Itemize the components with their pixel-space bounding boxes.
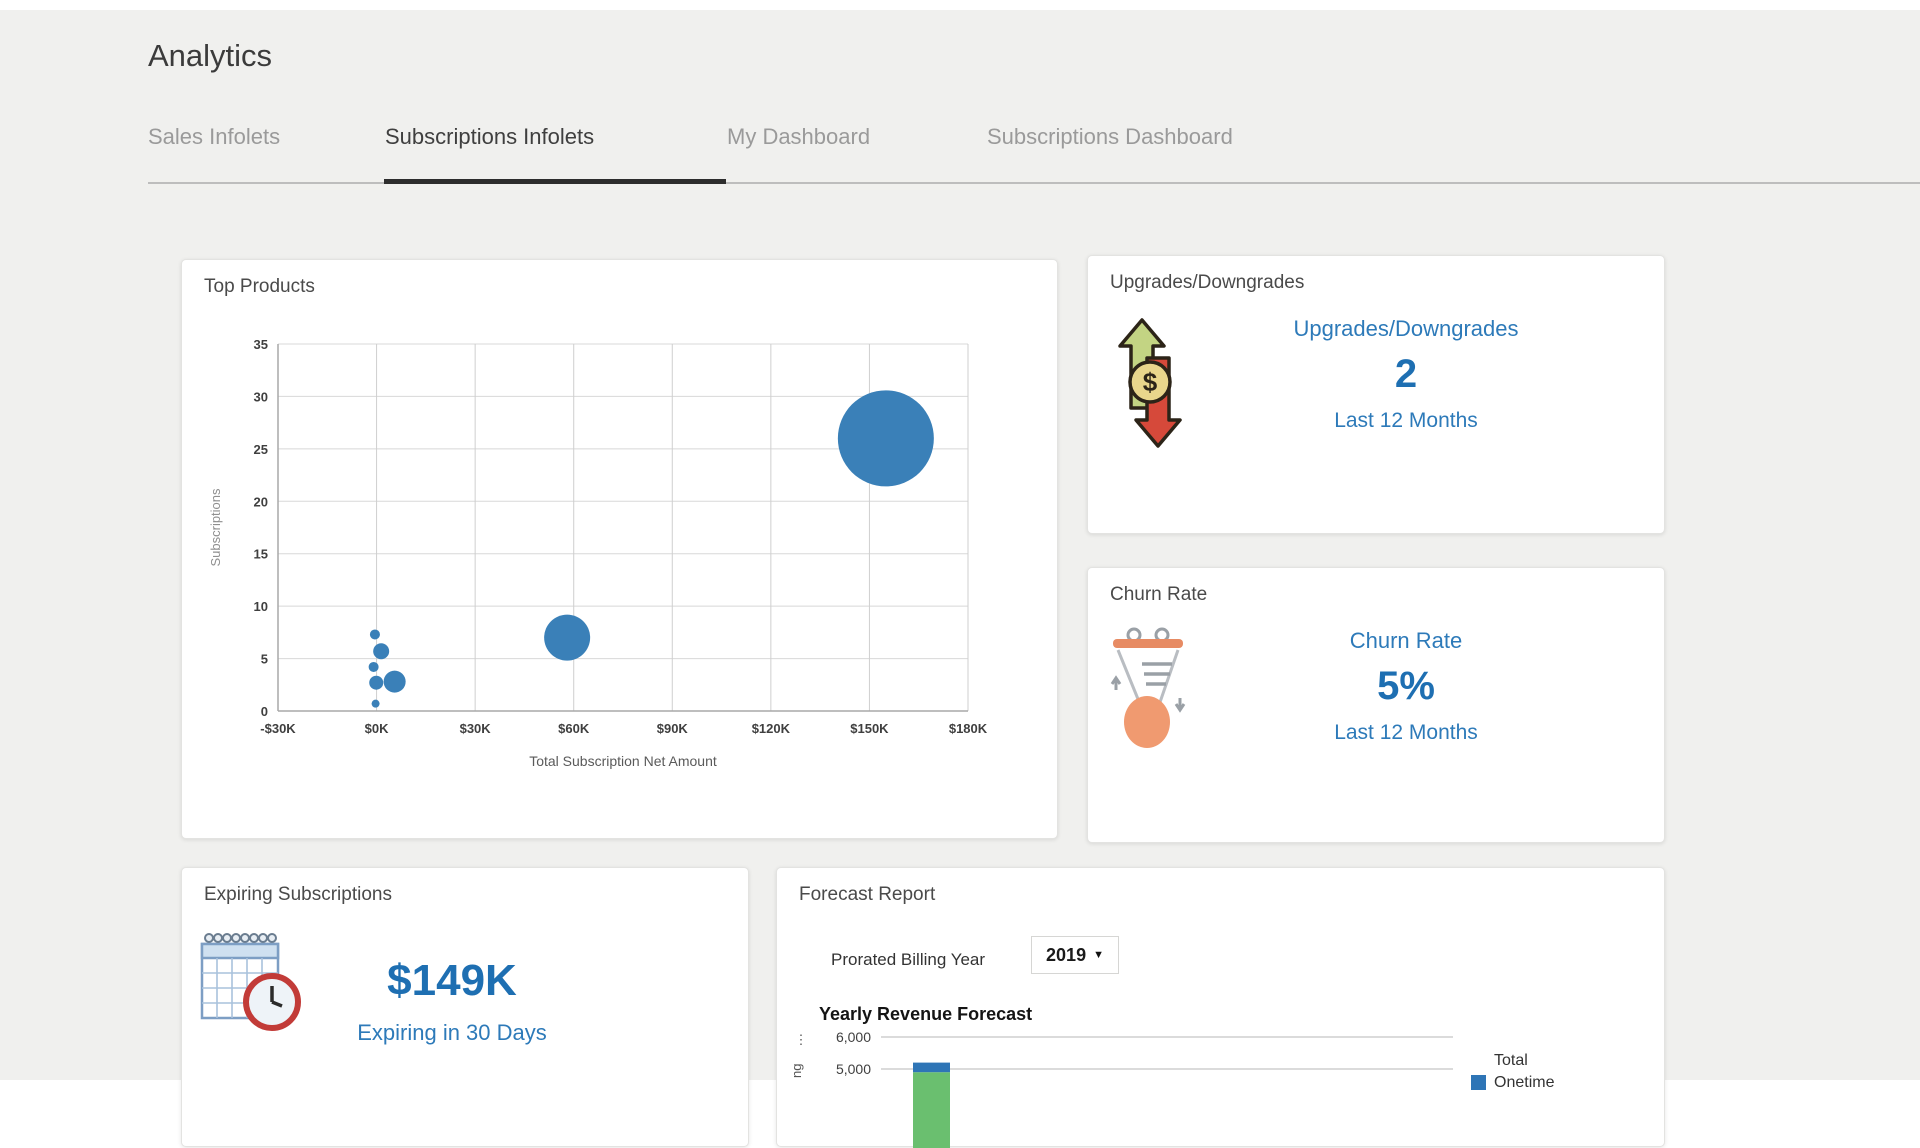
y-tick-label: 25 [254, 442, 268, 457]
tab-sales-infolets[interactable]: Sales Infolets [148, 124, 385, 150]
y-tick-label: 15 [254, 547, 268, 562]
y-tick-label: 20 [254, 494, 268, 509]
x-tick-label: $180K [949, 721, 988, 736]
page-background: Analytics Sales Infolets Subscriptions I… [0, 10, 1920, 1080]
y-tick-label: 5 [261, 652, 268, 667]
yearly-revenue-forecast-chart[interactable]: 6,000 5,000 ⋮ ng [777, 868, 1666, 1148]
x-tick-label: $0K [365, 721, 389, 736]
top-products-card: Top Products 0 5 10 15 20 25 30 35 -$30K $0K $30K $… [181, 259, 1058, 839]
funnel-churn-icon [1108, 624, 1188, 755]
churn-rate-value: 5% [1206, 664, 1606, 709]
bubble[interactable] [838, 390, 934, 486]
bubble[interactable] [369, 676, 383, 690]
legend-label: Total Onetime [1494, 1050, 1576, 1093]
x-tick-label: -$30K [260, 721, 296, 736]
upgrades-downgrades-link[interactable]: Upgrades/Downgrades [1206, 316, 1606, 342]
y-tick-label: 5,000 [836, 1061, 871, 1077]
upgrades-downgrades-value: 2 [1206, 352, 1606, 397]
bubble[interactable] [544, 615, 590, 661]
upgrades-downgrades-period: Last 12 Months [1206, 409, 1606, 433]
active-tab-underline [384, 179, 726, 184]
legend-swatch [1471, 1075, 1486, 1090]
up-down-dollar-arrows-icon: $ [1112, 316, 1188, 455]
upgrades-downgrades-card: Upgrades/Downgrades $ Upgrades/Downgrade… [1087, 255, 1665, 534]
bar-segment[interactable] [913, 1072, 950, 1148]
y-tick-label: 35 [254, 337, 268, 352]
churn-rate-card: Churn Rate Churn Rate 5% Last 12 Months [1087, 567, 1665, 843]
bar-segment[interactable] [913, 1063, 950, 1073]
y-axis-title: Subscriptions [208, 488, 223, 567]
page-title: Analytics [148, 38, 272, 74]
x-tick-label: $120K [752, 721, 791, 736]
upgrades-card-title: Upgrades/Downgrades [1110, 272, 1304, 294]
x-axis-title: Total Subscription Net Amount [529, 753, 717, 769]
y-axis-title-ellipsis: ⋮ [795, 1032, 808, 1047]
x-tick-label: $30K [460, 721, 492, 736]
expiring-caption[interactable]: Expiring in 30 Days [302, 1020, 602, 1046]
expiring-subscriptions-card: Expiring Subscriptions [181, 867, 749, 1147]
x-tick-label: $60K [558, 721, 590, 736]
churn-card-title: Churn Rate [1110, 584, 1207, 606]
top-products-chart[interactable]: 0 5 10 15 20 25 30 35 -$30K $0K $30K $60K $90K $120K $… [182, 260, 1059, 840]
y-axis-title-clipped: ng [789, 1064, 804, 1078]
x-tick-label: $150K [850, 721, 889, 736]
tab-my-dashboard[interactable]: My Dashboard [727, 124, 987, 150]
x-tick-label: $90K [657, 721, 689, 736]
tab-subscriptions-infolets[interactable]: Subscriptions Infolets [385, 124, 727, 150]
y-tick-label: 10 [254, 599, 268, 614]
y-tick-label: 0 [261, 704, 268, 719]
bubble[interactable] [384, 671, 406, 693]
churn-rate-period: Last 12 Months [1206, 721, 1606, 745]
tab-bar: Sales Infolets Subscriptions Infolets My… [148, 124, 1233, 150]
expiring-card-title: Expiring Subscriptions [204, 884, 392, 906]
bubble[interactable] [373, 643, 389, 659]
bubble[interactable] [369, 662, 379, 672]
churn-rate-link[interactable]: Churn Rate [1206, 628, 1606, 654]
tab-subscriptions-dashboard[interactable]: Subscriptions Dashboard [987, 124, 1233, 150]
y-tick-label: 6,000 [836, 1029, 871, 1045]
svg-text:$: $ [1143, 367, 1158, 397]
forecast-report-card: Forecast Report Prorated Billing Year 20… [776, 867, 1665, 1147]
expiring-amount: $149K [302, 956, 602, 1006]
top-products-title: Top Products [204, 276, 315, 298]
y-tick-label: 30 [254, 389, 268, 404]
forecast-legend: Total Onetime [1471, 1050, 1576, 1093]
bubble[interactable] [372, 700, 380, 708]
bubble[interactable] [370, 629, 380, 639]
calendar-clock-icon [198, 926, 302, 1039]
